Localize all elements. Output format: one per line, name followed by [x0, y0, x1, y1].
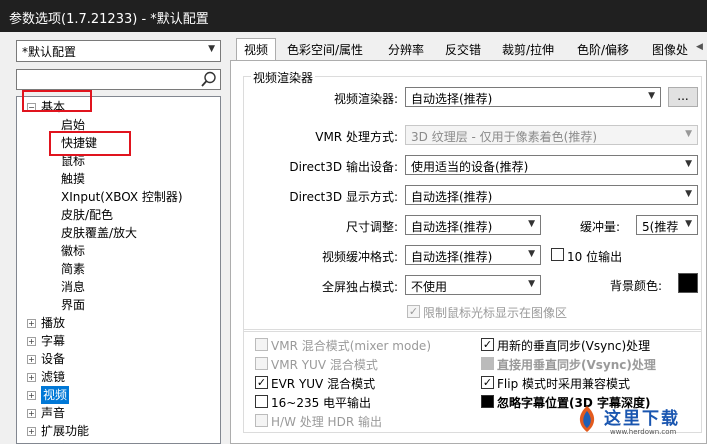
tree-item-subtitles[interactable]: 字幕	[41, 332, 65, 350]
d3d-device-label: Direct3D 输出设备:	[289, 160, 398, 174]
tree-item-ui[interactable]: 界面	[61, 296, 85, 314]
tree-item-xinput[interactable]: XInput(XBOX 控制器)	[61, 188, 183, 206]
expand-icon[interactable]: +	[27, 427, 36, 436]
tab-levels[interactable]: 色阶/偏移	[577, 40, 629, 60]
resize-label: 尺寸调整:	[345, 220, 398, 234]
tab-resolution[interactable]: 分辨率	[388, 40, 424, 60]
watermark: 这里下载 www.herdown.com	[574, 402, 702, 442]
evr-yuv-checkbox[interactable]: ✓	[255, 376, 268, 389]
tab-scroll-left-icon[interactable]: ◀	[696, 42, 703, 52]
expand-icon[interactable]: +	[27, 337, 36, 346]
d3d-display-select[interactable]: 自动选择(推荐) ▼	[405, 185, 698, 205]
tab-colorspace[interactable]: 色彩空间/属性	[287, 40, 363, 60]
ignore-sub-checkbox[interactable]	[481, 395, 494, 408]
expand-icon[interactable]: +	[27, 355, 36, 364]
highlight-hotkeys	[49, 131, 131, 156]
hide-cursor-checkbox[interactable]: ✓	[407, 305, 420, 318]
d3d-device-select[interactable]: 使用适当的设备(推荐) ▼	[405, 155, 698, 175]
fullscreen-label: 全屏独占模式:	[321, 280, 398, 294]
expand-icon[interactable]: +	[27, 319, 36, 328]
bgcolor-swatch[interactable]	[678, 273, 698, 293]
new-vsync-label: 用新的垂直同步(Vsync)处理	[497, 339, 651, 353]
hw-hdr-checkbox[interactable]	[255, 414, 268, 427]
format-label: 视频缓冲格式:	[321, 250, 398, 264]
tree-item-devices[interactable]: 设备	[41, 350, 65, 368]
range-checkbox[interactable]	[255, 395, 268, 408]
chevron-down-icon: ▼	[528, 249, 535, 259]
video-settings-panel: 视频渲染器 视频渲染器: 自动选择(推荐) ▼ ... VMR 处理方式: 3D…	[230, 60, 707, 444]
new-vsync-checkbox[interactable]: ✓	[481, 338, 494, 351]
tree-item-skin-overlay[interactable]: 皮肤覆盖/放大	[61, 224, 137, 242]
chevron-down-icon: ▼	[528, 219, 535, 229]
tree-item-skin[interactable]: 皮肤/配色	[61, 206, 113, 224]
tree-item-logo[interactable]: 徽标	[61, 242, 85, 260]
expand-icon[interactable]: +	[27, 409, 36, 418]
vmr-mix-label: VMR 混合模式(mixer mode)	[271, 339, 431, 353]
bgcolor-label: 背景颜色:	[610, 279, 663, 293]
renderer-label: 视频渲染器:	[333, 92, 398, 106]
tree-item-taskbar[interactable]: 简素	[61, 260, 85, 278]
profile-select[interactable]: *默认配置 ▼	[16, 40, 221, 62]
search-icon[interactable]	[200, 70, 218, 88]
profile-select-value: *默认配置	[22, 45, 77, 59]
renderer-select[interactable]: 自动选择(推荐) ▼	[405, 87, 661, 107]
tree-item-audio[interactable]: 声音	[41, 404, 65, 422]
tree-item-touch[interactable]: 触摸	[61, 170, 85, 188]
tree-item-video[interactable]: 视频	[41, 386, 70, 404]
tree-item-more[interactable]: 视	[61, 440, 73, 443]
vmr-label: VMR 处理方式:	[315, 130, 398, 144]
tree-item-playback[interactable]: 播放	[41, 314, 65, 332]
buffer-label: 缓冲量:	[580, 220, 621, 234]
buffer-select[interactable]: 5(推荐 ▼	[636, 215, 698, 235]
chevron-down-icon: ▼	[685, 159, 692, 169]
watermark-url: www.herdown.com	[610, 428, 677, 436]
tree-item-extensions[interactable]: 扩展功能	[41, 422, 89, 440]
hw-hdr-label: H/W 处理 HDR 输出	[271, 415, 382, 429]
chevron-down-icon: ▼	[685, 189, 692, 199]
chevron-down-icon: ▼	[208, 44, 215, 54]
tree-item-messages[interactable]: 消息	[61, 278, 85, 296]
resize-select[interactable]: 自动选择(推荐) ▼	[405, 215, 541, 235]
flip-label: Flip 模式时采用兼容模式	[497, 377, 631, 391]
expand-icon[interactable]: +	[27, 391, 36, 400]
vmr-yuv-label: VMR YUV 混合模式	[271, 358, 378, 372]
renderer-group-title: 视频渲染器	[251, 69, 316, 86]
direct-vsync-label: 直接用垂直同步(Vsync)处理	[497, 358, 656, 372]
evr-yuv-label: EVR YUV 混合模式	[271, 377, 376, 391]
range-label: 16~235 电平输出	[271, 396, 372, 410]
flip-checkbox[interactable]: ✓	[481, 376, 494, 389]
watermark-text: 这里下载	[604, 409, 680, 429]
chevron-down-icon: ▼	[648, 91, 655, 101]
vmr-select[interactable]: 3D 纹理层 - 仅用于像素着色(推荐) ▼	[405, 125, 698, 145]
tenbit-checkbox[interactable]	[551, 248, 564, 261]
format-select[interactable]: 自动选择(推荐) ▼	[405, 245, 541, 265]
chevron-down-icon: ▼	[528, 279, 535, 289]
tree-search-input[interactable]	[16, 69, 221, 90]
tenbit-label: 10 位输出	[567, 250, 623, 264]
d3d-display-label: Direct3D 显示方式:	[289, 190, 398, 204]
tab-video[interactable]: 视频	[236, 38, 277, 61]
chevron-down-icon: ▼	[685, 219, 692, 229]
fullscreen-select[interactable]: 不使用 ▼	[405, 275, 541, 295]
watermark-logo	[579, 406, 595, 432]
direct-vsync-checkbox[interactable]	[481, 357, 494, 370]
tab-crop[interactable]: 裁剪/拉伸	[502, 40, 554, 60]
window-title: 参数选项(1.7.21233) - *默认配置	[9, 12, 209, 27]
tab-deinterlace[interactable]: 反交错	[445, 40, 481, 60]
vmr-mix-checkbox[interactable]	[255, 338, 268, 351]
highlight-basic	[22, 90, 92, 112]
renderer-settings-button[interactable]: ...	[668, 87, 698, 107]
expand-icon[interactable]: +	[27, 373, 36, 382]
tab-bar: 视频 色彩空间/属性 分辨率 反交错 裁剪/拉伸 色阶/偏移 图像处 ◀	[230, 38, 707, 61]
tab-image-processing[interactable]: 图像处	[652, 40, 688, 60]
tree-item-filters[interactable]: 滤镜	[41, 368, 65, 386]
chevron-down-icon: ▼	[685, 129, 692, 139]
title-bar: 参数选项(1.7.21233) - *默认配置	[0, 0, 707, 32]
hide-cursor-label: 限制鼠标光标显示在图像区	[423, 306, 568, 320]
vmr-yuv-checkbox[interactable]	[255, 357, 268, 370]
